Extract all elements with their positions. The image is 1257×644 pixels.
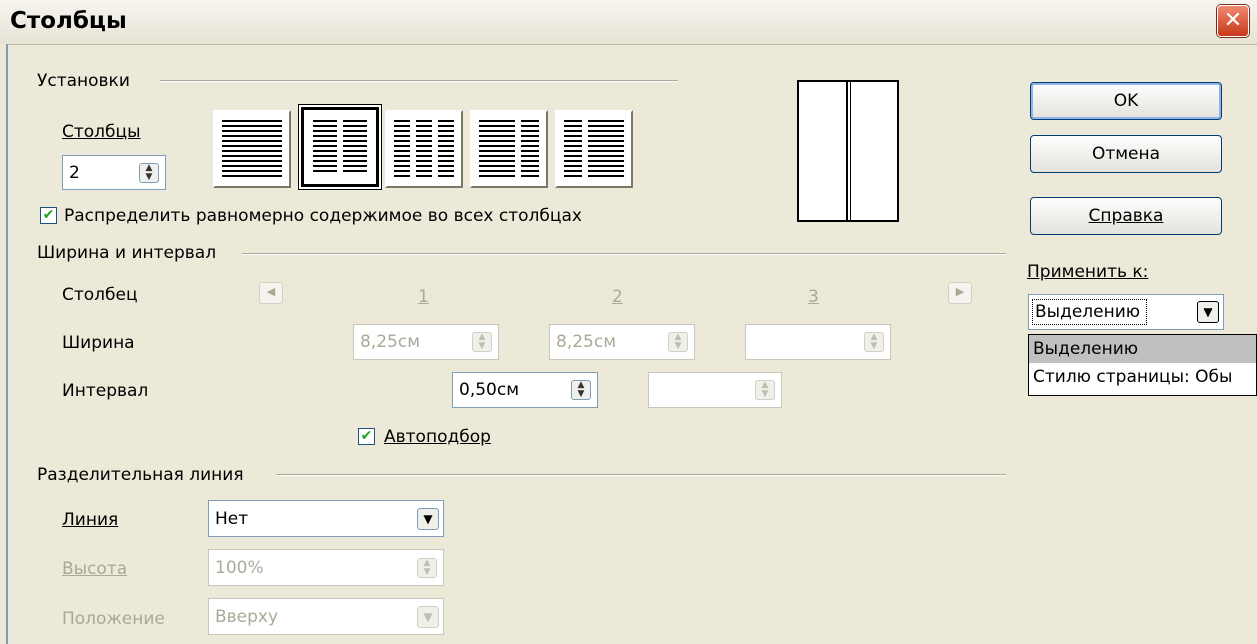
checkmark-icon: ✔ [42,207,55,223]
spinner-icon[interactable]: ▲ ▼ [571,380,591,400]
apply-to-listbox: Выделению Стилю страницы: Обы [1028,334,1257,396]
width-value-1: 8,25см [360,332,421,352]
layout-right-wide[interactable] [555,110,633,188]
width-label: Ширина [62,333,135,353]
distribute-checkbox[interactable]: ✔ [40,207,57,224]
spacing-label: Интервал [62,381,149,401]
spinner-icon[interactable]: ▲ ▼ [472,332,492,352]
layout-three-columns[interactable] [385,110,463,188]
spacing-field-2[interactable]: ▲ ▼ [648,372,782,408]
arrow-left-icon[interactable]: ◀ [259,282,283,304]
position-value: Вверху [215,606,279,627]
layout-one-column[interactable] [213,110,291,188]
chevron-down-icon[interactable]: ▼ [417,507,439,530]
settings-group-label: Установки [37,71,130,91]
spinner-icon[interactable]: ▲ ▼ [864,332,884,352]
column-number-2: 2 [612,287,623,307]
arrow-right-icon[interactable]: ▶ [948,282,972,304]
spacing-value-1: 0,50см [459,380,520,400]
separator-group-label: Разделительная линия [37,465,244,485]
layout-two-columns[interactable] [298,104,382,190]
line-label: Линия [62,510,119,530]
autofit-label: Автоподбор [384,427,491,447]
column-number-3: 3 [808,287,819,307]
line-value: Нет [215,508,249,529]
spinner-icon[interactable]: ▲ ▼ [139,162,159,183]
spacing-field-1[interactable]: 0,50см ▲ ▼ [452,372,598,408]
spinner-icon[interactable]: ▲ ▼ [417,557,437,578]
apply-to-option-selection[interactable]: Выделению [1029,335,1256,363]
apply-to-dropdown[interactable]: Выделению ▼ [1028,294,1224,330]
columns-label: Столбцы [62,122,141,142]
spinner-icon[interactable]: ▲ ▼ [668,332,688,352]
width-spacing-group-label: Ширина и интервал [37,243,217,263]
page-preview [797,80,899,222]
help-button[interactable]: Справка [1030,197,1222,235]
chevron-down-icon[interactable]: ▼ [417,605,439,628]
chevron-down-icon[interactable]: ▼ [1197,301,1219,323]
checkmark-icon: ✔ [360,428,373,444]
width-field-1[interactable]: 8,25см ▲ ▼ [353,324,499,360]
columns-spinfield[interactable]: 2 ▲ ▼ [62,155,166,190]
line-dropdown[interactable]: Нет ▼ [208,500,444,537]
height-spinfield[interactable]: 100% ▲ ▼ [208,549,444,586]
width-field-2[interactable]: 8,25см ▲ ▼ [549,324,695,360]
apply-to-label: Применить к: [1027,262,1149,282]
position-dropdown[interactable]: Вверху ▼ [208,598,444,635]
settings-group-line [160,80,678,82]
separator-group-line [276,474,1006,476]
close-icon: ✕ [1223,8,1243,33]
autofit-checkbox[interactable]: ✔ [358,428,375,445]
apply-to-option-page-style[interactable]: Стилю страницы: Обы [1029,363,1256,391]
apply-to-value: Выделению [1032,299,1148,325]
title-bar [0,0,1257,45]
window-border [0,44,8,644]
cancel-button[interactable]: Отмена [1030,135,1222,173]
distribute-label: Распределить равномерно содержимое во вс… [64,206,582,226]
spinner-icon[interactable]: ▲ ▼ [755,380,775,400]
column-number-1: 1 [418,287,429,307]
height-label: Высота [62,559,128,579]
dialog-title: Столбцы [10,8,127,34]
close-button[interactable]: ✕ [1217,5,1249,37]
layout-left-wide[interactable] [470,110,548,188]
ok-button[interactable]: OK [1030,82,1222,120]
column-label: Столбец [62,285,138,305]
width-spacing-group-line [242,253,1006,255]
width-value-2: 8,25см [556,332,617,352]
position-label: Положение [62,609,165,629]
height-value: 100% [215,557,264,578]
columns-value: 2 [69,162,80,183]
width-field-3[interactable]: ▲ ▼ [745,324,891,360]
